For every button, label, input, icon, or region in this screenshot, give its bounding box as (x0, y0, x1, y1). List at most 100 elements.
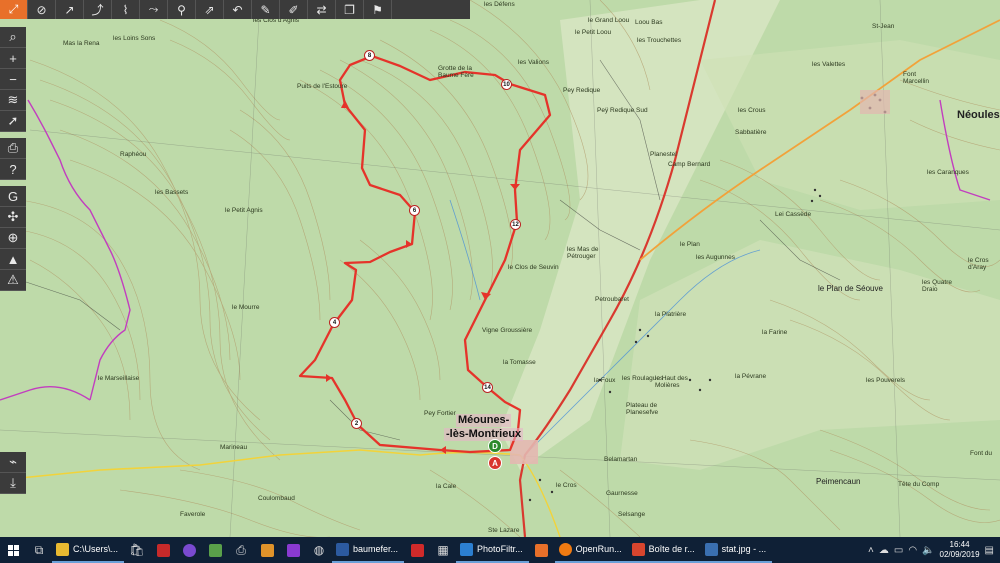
hazard-icon[interactable]: ⚠ (0, 270, 26, 291)
start-marker[interactable]: D (488, 439, 502, 453)
store-icon[interactable]: 🛍 (124, 537, 150, 563)
waypoint-4[interactable]: 4 (329, 317, 340, 328)
map-label: Gaurnesse (606, 490, 638, 497)
layers-icon[interactable]: ≋ (0, 90, 26, 111)
network-icon[interactable]: ◍ (306, 537, 332, 563)
expand-icon[interactable]: ⤢ (0, 0, 28, 19)
map-label: le Petit Loou (575, 29, 612, 36)
pin-icon[interactable]: ⚑ (364, 0, 392, 19)
map-label: la Cale (436, 483, 457, 490)
compass-icon[interactable]: ✣ (0, 207, 26, 228)
wifi-icon[interactable]: ◠ (908, 545, 917, 556)
battery-icon[interactable]: ▭ (894, 545, 903, 556)
map-label: les Bassets (155, 189, 189, 196)
acrobat-icon[interactable] (404, 537, 430, 563)
task-view-icon[interactable]: ⧉ (26, 537, 52, 563)
bike-icon[interactable]: ⚲ (168, 0, 196, 19)
map-label: Pey Fortier (424, 410, 456, 417)
help-icon[interactable]: ? (0, 159, 26, 180)
notification-icon[interactable]: ▤ (985, 545, 994, 556)
waypoint-10[interactable]: 10 (501, 79, 512, 90)
map-label: les Valettes (812, 61, 846, 68)
zoom-in-icon[interactable]: + (0, 48, 26, 69)
taskbar-app-label: C:\Users\... (73, 544, 119, 554)
map-label: Font du (970, 450, 993, 457)
map-label: les Caranques (927, 169, 969, 176)
draw-icon[interactable]: ✐ (280, 0, 308, 19)
globe-icon[interactable]: ⊕ (0, 228, 26, 249)
undo-icon[interactable]: ↶ (224, 0, 252, 19)
taskbar-app-label: stat.jpg - ... (721, 544, 767, 554)
app-icon[interactable] (176, 537, 202, 563)
volume-icon[interactable]: 🔈 (922, 545, 934, 556)
printer-icon[interactable]: ⎙ (228, 537, 254, 563)
clock-date: 02/09/2019 (939, 550, 980, 559)
map-label: le Cros (556, 482, 577, 489)
filezilla-icon[interactable] (150, 537, 176, 563)
media-icon[interactable] (254, 537, 280, 563)
draw-icon[interactable]: ✎ (252, 0, 280, 19)
mail-icon[interactable] (529, 537, 555, 563)
mail-icon (631, 542, 645, 556)
terrain-icon[interactable]: ▲ (0, 249, 26, 270)
clock[interactable]: 16:44 02/09/2019 (940, 540, 980, 560)
waypoint-14[interactable]: 14 (482, 382, 493, 393)
route-icon[interactable]: ⇗ (196, 0, 224, 19)
map-label: Tête du Comp (898, 481, 940, 488)
route-icon[interactable]: ↗ (56, 0, 84, 19)
chart-icon[interactable]: ⌁ (0, 452, 26, 473)
left-toolbar-bottom: ⌁ ⤓ (0, 452, 26, 494)
map-label: Pey Redique (563, 87, 601, 94)
route-icon[interactable]: ⤴ (84, 0, 112, 19)
film-icon[interactable] (280, 537, 306, 563)
calculator-icon[interactable]: ▦ (430, 537, 456, 563)
search-icon[interactable]: ⌕ (0, 27, 26, 48)
system-tray: ˄ ☁ ▭ ◠ 🔈 16:44 02/09/2019 ▤ (868, 540, 1000, 560)
locate-icon[interactable]: ➚ (0, 111, 26, 132)
document-icon (336, 542, 350, 556)
map-label: Ste Lazare (488, 527, 520, 534)
map-label: la Pévrane (735, 373, 767, 380)
cloud-icon[interactable]: ☁ (879, 545, 889, 556)
waypoint-8[interactable]: 8 (364, 50, 375, 61)
zoom-out-icon[interactable]: − (0, 69, 26, 90)
taskbar-app-openrunner[interactable]: OpenRun... (554, 537, 628, 563)
map-label: les Crous (738, 107, 766, 114)
chevron-up-icon[interactable]: ˄ (868, 545, 874, 556)
gps-icon[interactable]: G (0, 186, 26, 207)
map-label: St-Jean (872, 23, 895, 30)
route-icon[interactable]: ⤳ (140, 0, 168, 19)
swap-icon[interactable]: ⇄ (308, 0, 336, 19)
map-label: les Mas de Pétrouger (567, 246, 599, 260)
taskbar-app-explorer[interactable]: C:\Users\... (52, 537, 125, 563)
topographic-map[interactable]: les Clos d'Agnis les Loins Sons Mas la R… (0, 0, 1000, 537)
image-icon (460, 542, 474, 556)
map-label: le Grand Loou (588, 17, 630, 24)
taskbar-app-mailbox[interactable]: Boîte de r... (627, 537, 701, 563)
map-label: le Haut des Molières (655, 375, 688, 389)
hide-icon[interactable]: ⊘ (28, 0, 56, 19)
map-label: le Clos de Seuvin (508, 264, 559, 271)
taskbar-app-baumefer[interactable]: baumefer... (332, 537, 405, 563)
waypoint-12[interactable]: 12 (510, 219, 521, 230)
taskbar-app-photofiltre[interactable]: PhotoFiltr... (456, 537, 529, 563)
top-toolbar: ⤢ ⊘ ↗ ⤴ ⌇ ⤳ ⚲ ⇗ ↶ ✎ ✐ ⇄ ❐ ⚑ (0, 0, 470, 19)
map-label: Loou Bas (635, 19, 663, 26)
taskbar-app-stat[interactable]: stat.jpg - ... (700, 537, 773, 563)
copy-icon[interactable]: ❐ (336, 0, 364, 19)
waypoint-6[interactable]: 6 (409, 205, 420, 216)
print-icon[interactable]: ⎙ (0, 138, 26, 159)
route-icon[interactable]: ⌇ (112, 0, 140, 19)
end-marker[interactable]: A (488, 456, 502, 470)
map-label: les Valions (518, 59, 549, 66)
waypoint-2[interactable]: 2 (351, 418, 362, 429)
app-icon[interactable] (202, 537, 228, 563)
map-label: Belamartan (604, 456, 638, 463)
map-label: les Pouverels (866, 377, 906, 384)
taskbar-app-label: baumefer... (353, 544, 399, 554)
download-icon[interactable]: ⤓ (0, 473, 26, 494)
folder-icon (56, 542, 69, 556)
windows-start-icon[interactable] (0, 537, 26, 563)
taskbar-app-label: PhotoFiltr... (477, 544, 523, 554)
map-label: Camp Bernard (668, 161, 711, 168)
